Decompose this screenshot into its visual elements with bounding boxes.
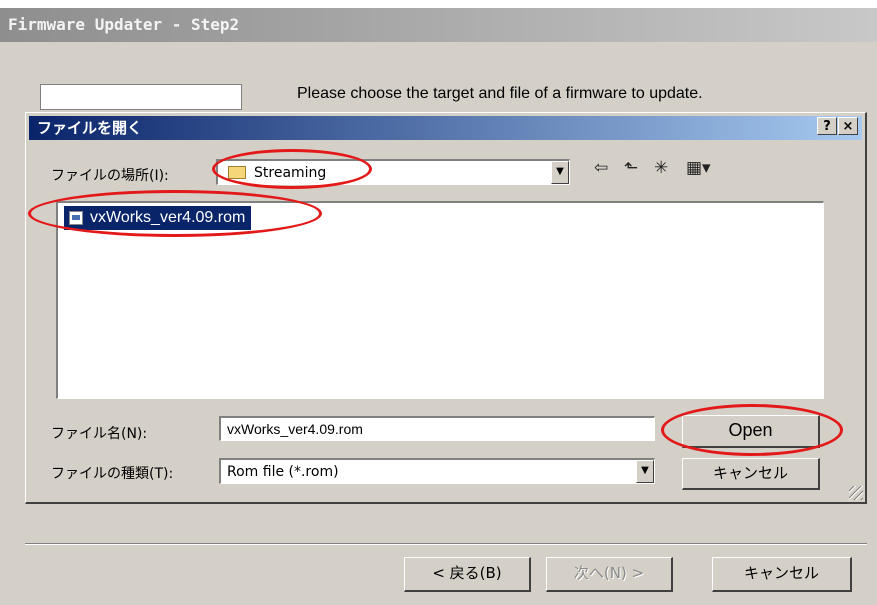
list-item[interactable]: vxWorks_ver4.09.rom	[64, 206, 252, 230]
open-file-dialog: ファイルを開く ? × ファイルの場所(I): Streaming ▼ ⇦ ⬑ …	[25, 112, 867, 504]
close-button[interactable]: ×	[838, 117, 858, 135]
back-arrow-icon[interactable]: ⇦	[594, 158, 608, 178]
look-in-value: Streaming	[254, 165, 327, 181]
filetype-label: ファイルの種類(T):	[51, 466, 174, 482]
filetype-dropdown-button[interactable]: ▼	[636, 460, 654, 483]
dialog-title: ファイルを開く	[29, 116, 862, 140]
filename-label: ファイル名(N):	[51, 426, 148, 442]
view-menu-icon[interactable]: ▦▾	[686, 158, 711, 178]
help-button[interactable]: ?	[817, 117, 837, 135]
file-list[interactable]: vxWorks_ver4.09.rom	[56, 201, 824, 399]
instruction-text: Please choose the target and file of a f…	[297, 85, 703, 102]
wizard-cancel-button[interactable]: キャンセル	[712, 557, 852, 592]
firmware-updater-window: Firmware Updater - Step2 Please choose t…	[0, 0, 877, 605]
filetype-value: Rom file (*.rom)	[227, 464, 339, 480]
resize-grip[interactable]	[849, 486, 863, 500]
target-field[interactable]	[40, 84, 242, 110]
rom-file-icon	[69, 211, 83, 225]
look-in-dropdown-button[interactable]: ▼	[551, 161, 569, 184]
file-name: vxWorks_ver4.09.rom	[90, 209, 246, 226]
up-folder-icon[interactable]: ⬑	[624, 158, 638, 178]
filetype-select[interactable]: Rom file (*.rom) ▼	[219, 458, 655, 484]
open-button[interactable]: Open	[682, 415, 820, 448]
dialog-cancel-button[interactable]: キャンセル	[682, 458, 820, 490]
new-folder-icon[interactable]: ✳	[654, 158, 668, 178]
wizard-next-button[interactable]: 次へ(N) >	[546, 557, 673, 592]
top-strip	[0, 0, 877, 8]
filename-value: vxWorks_ver4.09.rom	[227, 421, 363, 437]
footer-separator	[25, 543, 867, 545]
filename-input[interactable]: vxWorks_ver4.09.rom	[219, 416, 655, 441]
look-in-label: ファイルの場所(I):	[51, 168, 169, 184]
look-in-combo[interactable]: Streaming ▼	[216, 159, 570, 185]
window-title: Firmware Updater - Step2	[0, 8, 877, 42]
folder-icon	[228, 166, 246, 179]
wizard-back-button[interactable]: < 戻る(B)	[404, 557, 531, 592]
